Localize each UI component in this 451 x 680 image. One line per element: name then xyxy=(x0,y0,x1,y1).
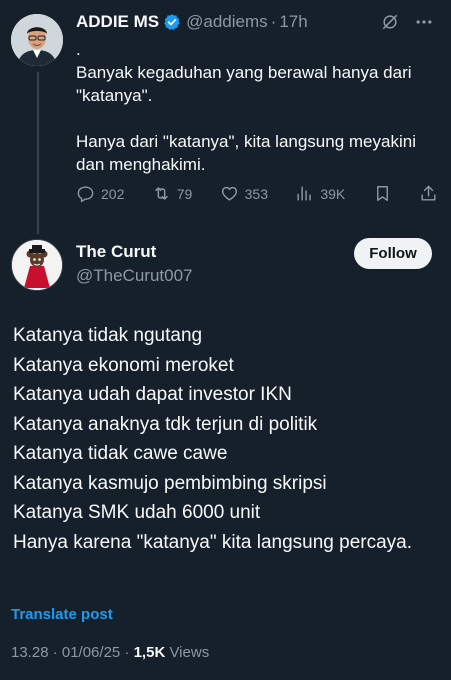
bookmark-icon xyxy=(376,186,388,201)
author-name[interactable]: ADDIE MS xyxy=(76,12,159,32)
thread-connector-line xyxy=(37,72,39,234)
post-views-count: 1,5K xyxy=(133,644,166,661)
views-button[interactable]: 39K xyxy=(295,184,345,203)
post-timestamp[interactable]: 13.28 · 01/06/25 · xyxy=(11,644,129,661)
header-actions xyxy=(380,12,434,32)
main-author-handle[interactable]: @TheCurut007 xyxy=(76,266,193,286)
reply-button[interactable]: 202 xyxy=(76,184,124,203)
like-icon xyxy=(221,186,237,201)
share-button[interactable] xyxy=(419,184,438,203)
repost-count: 79 xyxy=(176,185,193,202)
repost-button[interactable]: 79 xyxy=(152,184,193,203)
share-icon xyxy=(421,185,436,201)
post-text: . Banyak kegaduhan yang berawal hanya da… xyxy=(76,40,416,174)
reply-count: 202 xyxy=(101,185,125,202)
verified-badge-icon xyxy=(164,14,180,30)
translate-post-link[interactable]: Translate post xyxy=(11,606,113,623)
separator-dot: · xyxy=(270,12,277,31)
person-avatar-icon xyxy=(11,14,63,66)
views-icon xyxy=(297,186,312,201)
quoted-post[interactable]: ADDIE MS @addiems · 17h . Banyak kegaduh… xyxy=(76,8,446,176)
author-handle[interactable]: @addiems xyxy=(186,12,268,32)
post-time[interactable]: 17h xyxy=(279,12,307,32)
author-avatar[interactable] xyxy=(11,14,63,66)
main-author-name[interactable]: The Curut xyxy=(76,242,156,262)
reply-icon xyxy=(77,186,94,203)
main-post-text: Katanya tidak ngutang Katanya ekonomi me… xyxy=(13,325,413,553)
follow-button[interactable]: Follow xyxy=(354,238,432,269)
repost-icon xyxy=(154,187,168,200)
post-action-bar: 202 79 353 39K xyxy=(76,184,438,203)
rat-mascot-icon xyxy=(12,240,62,290)
views-count: 39K xyxy=(320,185,346,202)
like-count: 353 xyxy=(244,185,268,202)
thecurut-avatar[interactable] xyxy=(11,239,63,291)
grok-icon[interactable] xyxy=(380,12,400,32)
more-icon[interactable] xyxy=(414,12,434,32)
post-metadata: 13.28 · 01/06/25 · 1,5K Views xyxy=(11,644,209,661)
post-views-label: Views xyxy=(169,644,210,661)
bookmark-button[interactable] xyxy=(373,184,392,203)
like-button[interactable]: 353 xyxy=(220,184,268,203)
